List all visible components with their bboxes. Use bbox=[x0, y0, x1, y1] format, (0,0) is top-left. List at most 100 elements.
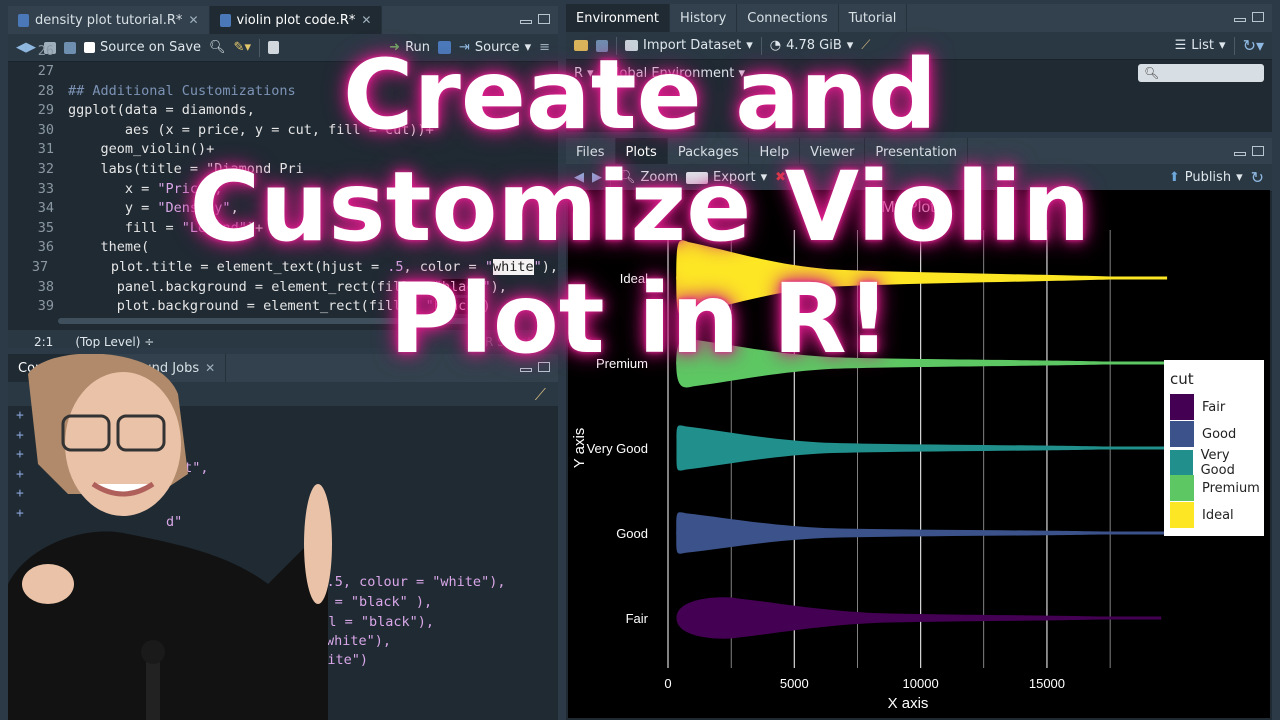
tab-history[interactable]: History bbox=[670, 4, 738, 32]
tab-label: Viewer bbox=[810, 144, 855, 160]
code-editor[interactable]: 26 27 28 ## Additional Customizations 29 ggpl… bbox=[8, 42, 558, 315]
legend-label: Ideal bbox=[1202, 507, 1234, 523]
line-number: 31 bbox=[37, 141, 54, 158]
list-icon: ☰ bbox=[1174, 38, 1187, 53]
legend-item: Fair bbox=[1170, 394, 1225, 420]
tab-density-plot[interactable]: density plot tutorial.R* ✕ bbox=[8, 6, 210, 34]
code-line: 32 labs(title = "Diamond Pri bbox=[8, 160, 558, 180]
file-type[interactable]: R Script bbox=[485, 335, 532, 348]
chevron-down-icon: ▾ bbox=[1236, 170, 1243, 185]
tab-tutorial[interactable]: Tutorial bbox=[839, 4, 908, 32]
code-line: 35 fill = "Legend")+ bbox=[8, 219, 558, 239]
environment-toolbar: Import Dataset ▾ ◔ 4.78 GiB ▾ ⟋ ☰ List ▾… bbox=[566, 32, 1272, 60]
x-tick-label: 5000 bbox=[780, 676, 809, 691]
pie-chart-icon: ◔ bbox=[769, 38, 782, 53]
presenter-hand bbox=[22, 564, 74, 604]
tab-presentation[interactable]: Presentation bbox=[865, 138, 968, 166]
chevron-down-icon: ▾ bbox=[746, 38, 753, 53]
tab-help[interactable]: Help bbox=[749, 138, 801, 166]
scope-selector[interactable]: (Top Level) ÷ bbox=[75, 335, 154, 348]
publish-button[interactable]: ⬆ Publish ▾ bbox=[1169, 170, 1243, 185]
horizontal-scrollbar[interactable] bbox=[58, 318, 478, 324]
close-icon[interactable]: ✕ bbox=[361, 13, 371, 27]
minimize-icon[interactable] bbox=[520, 20, 532, 24]
close-icon[interactable]: ✕ bbox=[188, 13, 198, 27]
zoom-label: Zoom bbox=[640, 170, 678, 185]
tab-label: History bbox=[680, 10, 727, 26]
tab-label: Environment bbox=[576, 10, 660, 26]
tab-violin-plot[interactable]: violin plot code.R* ✕ bbox=[209, 6, 383, 34]
refresh-icon[interactable]: ↻ bbox=[1251, 168, 1264, 187]
legend-label: Good bbox=[1202, 426, 1237, 442]
code-line: 26 bbox=[8, 42, 558, 62]
legend-swatch bbox=[1170, 502, 1194, 528]
tab-connections[interactable]: Connections bbox=[737, 4, 839, 32]
memory-usage-button[interactable]: ◔ 4.78 GiB ▾ bbox=[770, 38, 854, 53]
minimize-icon[interactable] bbox=[1234, 18, 1246, 22]
maximize-icon[interactable] bbox=[1252, 12, 1264, 22]
maximize-icon[interactable] bbox=[538, 14, 550, 24]
code-line: 30 aes (x = price, y = cut, fill = cut))… bbox=[8, 121, 558, 141]
legend-label: Very Good bbox=[1200, 448, 1235, 478]
maximize-icon[interactable] bbox=[538, 362, 550, 372]
global-environment-selector[interactable]: Global Environment ▾ bbox=[606, 66, 745, 81]
y-tick-label: Good bbox=[616, 526, 648, 541]
list-view-button[interactable]: ☰ List ▾ bbox=[1175, 38, 1226, 53]
editor-tabbar: density plot tutorial.R* ✕ violin plot c… bbox=[8, 6, 558, 34]
refresh-icon[interactable]: ↻▾ bbox=[1243, 36, 1264, 55]
delete-plot-icon[interactable]: ✖ bbox=[775, 170, 786, 185]
import-dataset-label: Import Dataset bbox=[643, 38, 742, 53]
environment-search-input[interactable]: 🔍︎ bbox=[1138, 64, 1264, 82]
chevron-down-icon: ▾ bbox=[760, 170, 768, 185]
code-text: plot.background = element_rect(fill = "b… bbox=[68, 298, 491, 315]
minimize-icon[interactable] bbox=[1234, 152, 1246, 156]
code-line: 38 panel.background = element_rect(fill … bbox=[8, 278, 558, 298]
tab-label: Help bbox=[759, 144, 790, 160]
line-number: 39 bbox=[37, 298, 54, 315]
broom-icon[interactable]: ⟋ bbox=[794, 170, 803, 185]
legend-label: Fair bbox=[1202, 399, 1226, 415]
tab-files[interactable]: Files bbox=[566, 138, 616, 166]
line-number: 28 bbox=[37, 82, 54, 99]
export-label: Export bbox=[713, 170, 756, 185]
y-tick-label: Premium bbox=[596, 356, 648, 371]
table-icon bbox=[625, 40, 638, 51]
minimize-icon[interactable] bbox=[520, 368, 532, 372]
import-dataset-button[interactable]: Import Dataset ▾ bbox=[625, 38, 753, 53]
tab-label: Presentation bbox=[875, 144, 957, 160]
tab-environment[interactable]: Environment bbox=[566, 4, 671, 32]
save-icon[interactable] bbox=[596, 39, 608, 52]
tab-packages[interactable]: Packages bbox=[668, 138, 750, 166]
toolbar-divider bbox=[616, 36, 617, 55]
maximize-icon[interactable] bbox=[1252, 146, 1264, 156]
editor-pane: density plot tutorial.R* ✕ violin plot c… bbox=[8, 6, 558, 348]
line-number: 34 bbox=[37, 200, 54, 217]
broom-icon[interactable]: ⟋ bbox=[861, 38, 870, 53]
editor-statusbar: 2:1 (Top Level) ÷ R Script bbox=[8, 330, 558, 348]
forward-arrow-icon[interactable]: ▶ bbox=[592, 170, 602, 185]
presenter-hand bbox=[304, 484, 332, 604]
x-axis-title: X axis bbox=[888, 695, 929, 712]
tab-viewer[interactable]: Viewer bbox=[800, 138, 866, 166]
y-tick-label: Very Good bbox=[587, 441, 648, 456]
y-axis-title: Y axis bbox=[571, 428, 588, 469]
code-text: ## Additional Customizations bbox=[68, 82, 296, 99]
broom-icon[interactable]: ⟋ bbox=[535, 385, 546, 405]
zoom-button[interactable]: 🔍︎ Zoom bbox=[619, 170, 678, 185]
window-controls bbox=[1234, 12, 1264, 22]
violin-shape bbox=[676, 240, 1144, 316]
code-line: 36 theme( bbox=[8, 238, 558, 258]
legend-item: Very Good bbox=[1170, 448, 1264, 478]
open-folder-icon[interactable] bbox=[574, 40, 588, 51]
violin-shape bbox=[676, 597, 1138, 639]
export-button[interactable]: Export ▾ bbox=[686, 170, 767, 185]
back-arrow-icon[interactable]: ◀ bbox=[574, 170, 584, 185]
code-line: 31 geom_violin()+ bbox=[8, 140, 558, 160]
tab-plots[interactable]: Plots bbox=[615, 138, 668, 166]
line-number: 26 bbox=[37, 43, 54, 60]
line-number: 33 bbox=[37, 180, 54, 197]
line-number: 27 bbox=[37, 62, 54, 79]
line-number: 38 bbox=[37, 278, 54, 295]
legend-swatch bbox=[1170, 450, 1193, 476]
language-selector[interactable]: R ▾ bbox=[574, 66, 594, 81]
